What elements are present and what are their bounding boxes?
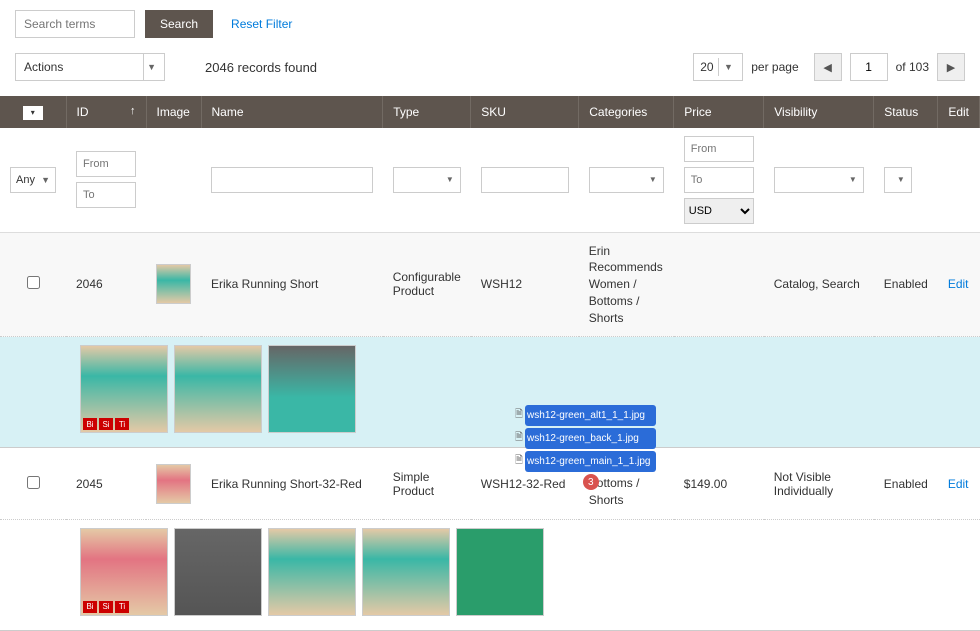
product-thumbnail xyxy=(156,264,191,304)
col-image[interactable]: Image xyxy=(146,96,201,128)
col-visibility[interactable]: Visibility xyxy=(764,96,874,128)
filter-currency-select[interactable]: USD xyxy=(684,198,754,224)
badge: Si xyxy=(99,601,113,613)
filter-row: Any▼ ▼ ▼ USD ▼ ▼ xyxy=(0,128,980,233)
drag-count-badge: 3 xyxy=(583,474,599,490)
col-type[interactable]: Type xyxy=(383,96,471,128)
products-grid: ▾ ID Image Name Type SKU Categories Pric… xyxy=(0,96,980,631)
top-toolbar: Search Reset Filter xyxy=(0,0,980,48)
filter-price-to[interactable] xyxy=(684,167,754,193)
cell-type: Simple Product xyxy=(383,448,471,519)
col-select[interactable]: ▾ xyxy=(0,96,66,128)
col-edit: Edit xyxy=(938,96,980,128)
gallery-thumb[interactable]: Bi Si Ti xyxy=(80,528,168,616)
table-row: 2045 Erika Running Short-32-Red Simple P… xyxy=(0,448,980,519)
chevron-down-icon: ▼ xyxy=(649,175,657,184)
gallery-row: Bi Si Ti xyxy=(0,337,980,448)
filter-id-from[interactable] xyxy=(76,151,136,177)
row-checkbox[interactable] xyxy=(27,276,40,289)
drag-file-item: wsh12-green_alt1_1_1.jpg xyxy=(525,405,656,426)
chevron-down-icon: ▼ xyxy=(41,175,50,185)
badge: Ti xyxy=(115,601,129,613)
edit-link[interactable]: Edit xyxy=(948,477,969,491)
gallery-thumb[interactable] xyxy=(174,345,262,433)
records-found-text: 2046 records found xyxy=(205,60,317,75)
cell-id: 2046 xyxy=(66,232,146,337)
chevron-down-icon: ▼ xyxy=(718,58,738,76)
select-dropdown-icon: ▾ xyxy=(23,106,43,120)
cell-visibility: Catalog, Search xyxy=(764,232,874,337)
cell-visibility: Not Visible Individually xyxy=(764,448,874,519)
cell-categories: Erin Recommends Women / Bottoms / Shorts xyxy=(579,232,674,337)
reset-filter-link[interactable]: Reset Filter xyxy=(231,17,292,31)
per-page-control: 20 ▼ per page xyxy=(693,53,798,81)
drag-file-item: wsh12-green_main_1_1.jpg xyxy=(525,451,656,472)
cell-status: Enabled xyxy=(874,448,938,519)
search-input[interactable] xyxy=(15,10,135,38)
gallery-thumb[interactable] xyxy=(362,528,450,616)
chevron-down-icon: ▼ xyxy=(897,175,905,184)
cell-type: Configurable Product xyxy=(383,232,471,337)
product-thumbnail xyxy=(156,464,191,504)
col-name[interactable]: Name xyxy=(201,96,383,128)
badge: Ti xyxy=(115,418,129,430)
grid-controls-row: Actions ▼ 2046 records found 20 ▼ per pa… xyxy=(0,48,980,96)
page-total-label: of 103 xyxy=(896,60,929,74)
col-status[interactable]: Status xyxy=(874,96,938,128)
per-page-select[interactable]: 20 ▼ xyxy=(693,53,743,81)
chevron-down-icon: ▼ xyxy=(147,62,156,72)
filter-any-select[interactable]: Any▼ xyxy=(10,167,56,193)
cell-price: $149.00 xyxy=(674,448,764,519)
filter-categories-select[interactable]: ▼ xyxy=(589,167,664,193)
cell-status: Enabled xyxy=(874,232,938,337)
gallery-thumb[interactable] xyxy=(268,528,356,616)
search-button[interactable]: Search xyxy=(145,10,213,38)
actions-select[interactable]: Actions ▼ xyxy=(15,53,165,81)
badge: Bi xyxy=(83,601,97,613)
image-role-badges: Bi Si Ti xyxy=(83,418,129,430)
gallery-thumb[interactable]: Bi Si Ti xyxy=(80,345,168,433)
per-page-label: per page xyxy=(751,60,798,74)
filter-name[interactable] xyxy=(211,167,373,193)
filter-visibility-select[interactable]: ▼ xyxy=(774,167,864,193)
col-price[interactable]: Price xyxy=(674,96,764,128)
filter-type-select[interactable]: ▼ xyxy=(393,167,461,193)
row-checkbox[interactable] xyxy=(27,476,40,489)
filter-id-to[interactable] xyxy=(76,182,136,208)
cell-name: Erika Running Short xyxy=(201,232,383,337)
filter-price-from[interactable] xyxy=(684,136,754,162)
prev-page-button[interactable]: ◀ xyxy=(814,53,842,81)
table-row: 2046 Erika Running Short Configurable Pr… xyxy=(0,232,980,337)
gallery-thumb[interactable] xyxy=(456,528,544,616)
chevron-down-icon: ▼ xyxy=(446,175,454,184)
col-id[interactable]: ID xyxy=(66,96,146,128)
drag-file-item: wsh12-green_back_1.jpg xyxy=(525,428,656,449)
gallery-thumb[interactable] xyxy=(268,345,356,433)
image-gallery[interactable]: Bi Si Ti xyxy=(80,528,970,616)
next-page-button[interactable]: ▶ xyxy=(937,53,965,81)
badge: Si xyxy=(99,418,113,430)
filter-status-select[interactable]: ▼ xyxy=(884,167,912,193)
page-input[interactable] xyxy=(850,53,888,81)
col-categories[interactable]: Categories xyxy=(579,96,674,128)
actions-select-label: Actions xyxy=(24,60,63,74)
cell-id: 2045 xyxy=(66,448,146,519)
col-sku[interactable]: SKU xyxy=(471,96,579,128)
cell-price xyxy=(674,232,764,337)
per-page-value: 20 xyxy=(700,60,713,74)
pager: ◀ of 103 ▶ xyxy=(814,53,965,81)
gallery-row: Bi Si Ti xyxy=(0,519,980,630)
edit-link[interactable]: Edit xyxy=(948,277,969,291)
cell-name: Erika Running Short-32-Red xyxy=(201,448,383,519)
cell-sku: WSH12 xyxy=(471,232,579,337)
image-role-badges: Bi Si Ti xyxy=(83,601,129,613)
chevron-down-icon: ▼ xyxy=(849,175,857,184)
badge: Bi xyxy=(83,418,97,430)
drag-files-overlay: wsh12-green_alt1_1_1.jpg wsh12-green_bac… xyxy=(525,405,656,490)
filter-sku[interactable] xyxy=(481,167,569,193)
gallery-thumb[interactable] xyxy=(174,528,262,616)
